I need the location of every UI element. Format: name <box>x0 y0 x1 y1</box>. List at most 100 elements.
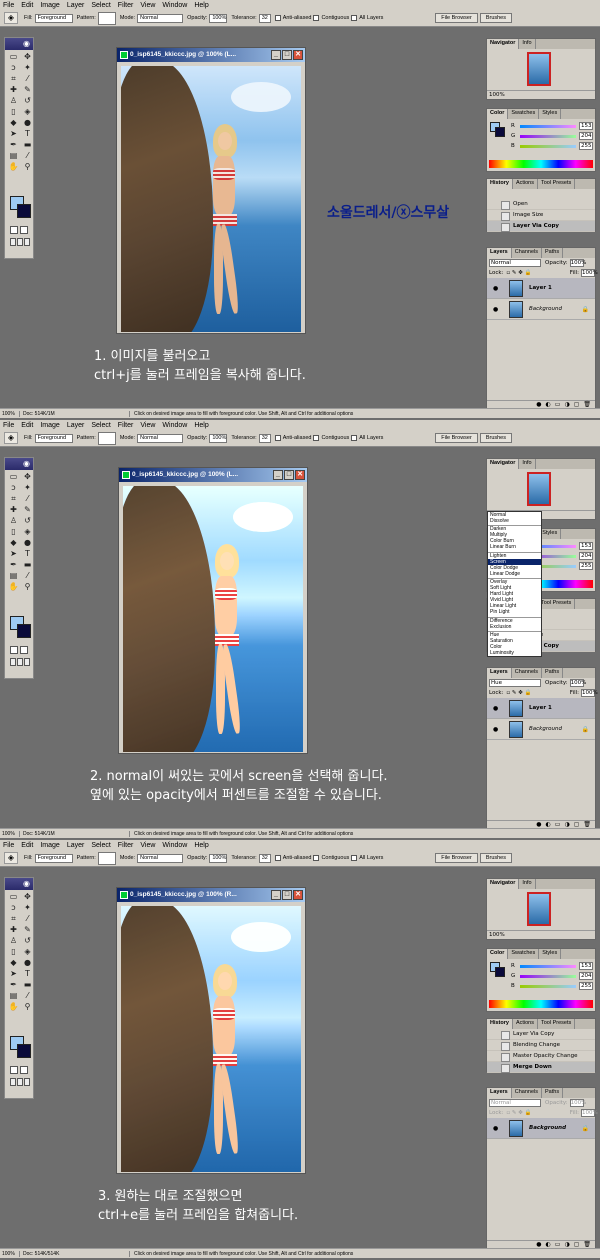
opacity-field[interactable]: 100% <box>209 433 228 443</box>
actions-tab[interactable]: Actions <box>513 1019 538 1029</box>
close-icon[interactable]: ✕ <box>293 890 303 900</box>
status-doc-size[interactable]: Doc: 514K/1M <box>20 830 130 837</box>
info-tab[interactable]: Info <box>519 39 536 49</box>
type-tool-icon[interactable]: T <box>21 969 34 979</box>
hand-tool-icon[interactable]: ✋ <box>7 162 20 172</box>
history-brush-tool-icon[interactable]: ↺ <box>21 96 34 106</box>
menu-file[interactable]: File <box>3 2 14 9</box>
color-spectrum[interactable] <box>489 1000 593 1008</box>
screen-mode-2-icon[interactable] <box>17 658 23 666</box>
background-color-swatch[interactable] <box>17 204 31 218</box>
color-tab[interactable]: Color <box>487 109 509 119</box>
screen-mode-1-icon[interactable] <box>10 1078 16 1086</box>
menu-file[interactable]: File <box>3 842 14 849</box>
b-value[interactable]: 255 <box>579 562 593 570</box>
menu-help[interactable]: Help <box>194 2 208 9</box>
fill-select[interactable]: Foreground <box>34 433 73 443</box>
navigator-thumbnail[interactable] <box>527 472 551 506</box>
screen-mode-2-icon[interactable] <box>17 1078 23 1086</box>
eye-icon[interactable]: ● <box>493 306 501 313</box>
color-tab[interactable]: Color <box>487 949 509 959</box>
slice-tool-icon[interactable]: ⁄ <box>21 494 34 504</box>
navigator-thumbnail[interactable] <box>527 892 551 926</box>
tolerance-field[interactable]: 32 <box>258 433 271 443</box>
lasso-tool-icon[interactable]: ↄ <box>7 483 20 493</box>
brushes-tab[interactable]: Brushes <box>479 853 512 863</box>
navigator-tab[interactable]: Navigator <box>487 39 520 49</box>
menu-filter[interactable]: Filter <box>118 2 134 9</box>
g-value[interactable]: 204 <box>579 972 593 980</box>
menu-view[interactable]: View <box>140 842 155 849</box>
color-bg-swatch[interactable] <box>495 127 505 137</box>
history-item[interactable]: Image Size <box>487 210 595 221</box>
blend-mode-select[interactable]: Hue <box>489 679 541 687</box>
blend-option[interactable]: Dissolve <box>488 518 541 524</box>
document-window[interactable]: 0_isp6145_kkiccc.jpg @ 100% (L... _ □ ✕ <box>118 467 308 754</box>
styles-tab[interactable]: Styles <box>539 529 562 539</box>
swatches-tab[interactable]: Swatches <box>508 949 540 959</box>
menu-view[interactable]: View <box>140 2 155 9</box>
stamp-tool-icon[interactable]: ♙ <box>7 96 20 106</box>
stamp-tool-icon[interactable]: ♙ <box>7 516 20 526</box>
standard-mode-icon[interactable] <box>10 1066 18 1074</box>
tolerance-field[interactable]: 32 <box>258 853 271 863</box>
menu-view[interactable]: View <box>140 422 155 429</box>
contiguous-checkbox[interactable] <box>313 15 320 21</box>
marquee-tool-icon[interactable]: ▭ <box>7 892 20 902</box>
paint-bucket-tool-icon[interactable]: ◈ <box>21 107 34 117</box>
shape-tool-icon[interactable]: ▬ <box>21 980 34 990</box>
anti-aliased-checkbox[interactable] <box>274 855 281 861</box>
maximize-icon[interactable]: □ <box>282 890 292 900</box>
tool-presets-tab[interactable]: Tool Presets <box>538 179 576 189</box>
all-layers-checkbox[interactable] <box>351 855 358 861</box>
styles-tab[interactable]: Styles <box>539 949 562 959</box>
opacity-field[interactable]: 100% <box>209 13 228 23</box>
paths-tab[interactable]: Paths <box>542 1088 564 1098</box>
zoom-tool-icon[interactable]: ⚲ <box>21 1002 34 1012</box>
pen-tool-icon[interactable]: ✒ <box>7 140 20 150</box>
history-item[interactable]: Layer Via Copy <box>487 1029 595 1040</box>
slice-tool-icon[interactable]: ⁄ <box>21 914 34 924</box>
background-color-swatch[interactable] <box>17 624 31 638</box>
lasso-tool-icon[interactable]: ↄ <box>7 903 20 913</box>
layer-opacity-field[interactable]: 100% <box>569 259 586 267</box>
channels-tab[interactable]: Channels <box>512 248 542 258</box>
blur-tool-icon[interactable]: ◆ <box>7 958 20 968</box>
canvas-photo[interactable] <box>123 486 303 752</box>
close-icon[interactable]: ✕ <box>295 470 305 480</box>
r-value[interactable]: 153 <box>579 542 593 550</box>
brush-tool-icon[interactable]: ✎ <box>21 925 34 935</box>
b-value[interactable]: 255 <box>579 142 593 150</box>
notes-tool-icon[interactable]: ▤ <box>7 571 20 581</box>
shape-tool-icon[interactable]: ▬ <box>21 140 34 150</box>
blend-option[interactable]: Darken <box>488 525 541 532</box>
history-tab[interactable]: History <box>487 179 513 189</box>
blend-mode-select[interactable]: Normal <box>489 259 541 267</box>
layers-tab[interactable]: Layers <box>487 248 512 258</box>
layers-tab[interactable]: Layers <box>487 668 512 678</box>
lock-icon[interactable]: ▫ ✎ ✥ 🔒 <box>506 1110 531 1116</box>
layer-fill-field[interactable]: 100% <box>581 1109 598 1117</box>
contiguous-checkbox[interactable] <box>313 435 320 441</box>
actions-tab[interactable]: Actions <box>513 179 538 189</box>
eye-icon[interactable]: ● <box>493 705 501 712</box>
standard-mode-icon[interactable] <box>10 226 18 234</box>
hand-tool-icon[interactable]: ✋ <box>7 582 20 592</box>
document-window[interactable]: 0_isp6145_kkiccc.jpg @ 100% (L... _ □ ✕ <box>116 47 306 334</box>
healing-tool-icon[interactable]: ✚ <box>7 505 20 515</box>
paint-bucket-icon[interactable]: ◈ <box>4 432 18 444</box>
brushes-tab[interactable]: Brushes <box>479 13 512 23</box>
menu-image[interactable]: Image <box>40 422 59 429</box>
menu-select[interactable]: Select <box>91 2 110 9</box>
layers-tab[interactable]: Layers <box>487 1088 512 1098</box>
menu-filter[interactable]: Filter <box>118 422 134 429</box>
dodge-tool-icon[interactable]: ● <box>21 958 34 968</box>
paint-bucket-tool-icon[interactable]: ◈ <box>21 527 34 537</box>
notes-tool-icon[interactable]: ▤ <box>7 991 20 1001</box>
document-title-bar[interactable]: 0_isp6145_kkiccc.jpg @ 100% (L... _ □ ✕ <box>117 48 305 62</box>
blend-option[interactable]: Pin Light <box>488 609 541 615</box>
type-tool-icon[interactable]: T <box>21 129 34 139</box>
dodge-tool-icon[interactable]: ● <box>21 118 34 128</box>
navigator-zoom[interactable]: 100% <box>487 90 595 99</box>
fill-select[interactable]: Foreground <box>34 13 73 23</box>
